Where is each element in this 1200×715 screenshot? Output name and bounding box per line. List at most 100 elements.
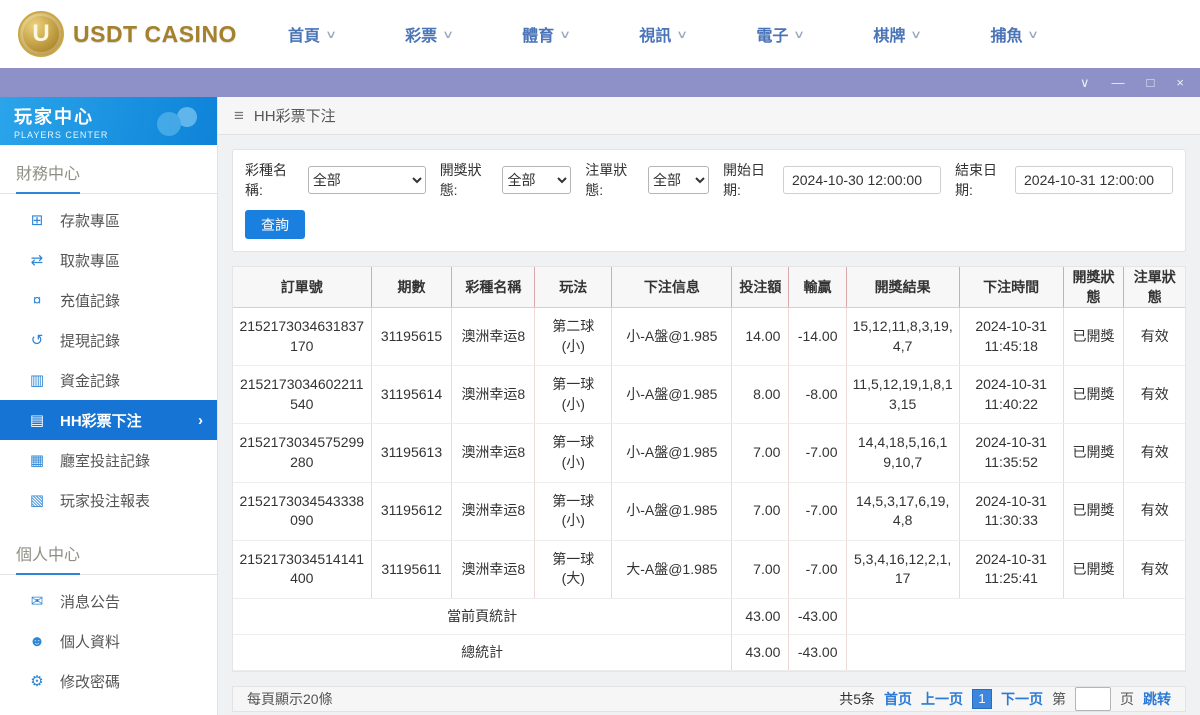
jump-prefix-label: 第 (1052, 690, 1066, 707)
cell-order-status: 有效 (1123, 307, 1185, 367)
window-close-icon[interactable]: × (1176, 76, 1184, 89)
window-title-bar: ∨ — □ × (0, 68, 1200, 97)
nav-item-sports[interactable]: 體育 ∨ (522, 22, 571, 46)
col-header-order-status: 注單狀態 (1123, 267, 1185, 308)
order-status-select[interactable]: 全部 (648, 166, 709, 194)
page-title: HH彩票下注 (253, 108, 336, 125)
sidebar-item-hh-lottery-bet[interactable]: ▤ HH彩票下注 › (0, 400, 217, 440)
col-header-period: 期數 (370, 267, 452, 308)
cell-bet-time: 2024-10-31 11:35:52 (958, 423, 1064, 483)
next-page-link[interactable]: 下一页 (1001, 689, 1043, 709)
nav-label: 首頁 (288, 28, 321, 45)
main-nav: 首頁 ∨ 彩票 ∨ 體育 ∨ 視訊 ∨ 電子 ∨ 棋牌 ∨ 捕魚 ∨ (288, 22, 1040, 46)
lottery-select[interactable]: 全部 (307, 166, 426, 194)
col-header-amount: 投注額 (731, 267, 789, 308)
cell-order-id: 2152173034631837170 (233, 307, 372, 367)
cell-period: 31195615 (370, 307, 452, 367)
window-minimize-icon[interactable]: — (1112, 76, 1125, 89)
cell-bet-time: 2024-10-31 11:40:22 (958, 365, 1064, 425)
nav-item-fishing[interactable]: 捕魚 ∨ (990, 22, 1040, 46)
table-row: 2152173034543338090 31195612 澳洲幸运8 第一球(小… (233, 482, 1185, 541)
filter-panel: 彩種名稱: 全部 開獎狀態: 全部 注單狀態: 全部 開始日期: 2024-10… (232, 149, 1186, 252)
section-title: 個人中心 (0, 526, 217, 575)
sidebar-item-label: 消息公告 (60, 593, 121, 611)
jump-button[interactable]: 跳转 (1143, 689, 1171, 709)
main-content: ≡ HH彩票下注 彩種名稱: 全部 開獎狀態: 全部 注單狀態: 全部 開始日期… (218, 97, 1200, 715)
sidebar-section-personal: 個人中心 ✉ 消息公告 ☻ 個人資料 ⚙ 修改密碼 (0, 526, 217, 707)
nav-item-home[interactable]: 首頁 ∨ (288, 22, 338, 46)
recharge-record-icon: ¤ (32, 291, 42, 309)
sidebar-item-label: 廳室投註記錄 (60, 452, 151, 470)
nav-label: 視訊 (639, 28, 672, 45)
cell-bet-info: 小-A盤@1.985 (611, 482, 732, 541)
cell-result: 11,5,12,19,1,8,13,15 (845, 365, 960, 425)
prev-page-link[interactable]: 上一页 (921, 689, 963, 709)
sidebar-item-announcements[interactable]: ✉ 消息公告 (0, 581, 217, 621)
nav-item-board-games[interactable]: 棋牌 ∨ (873, 22, 923, 46)
funds-record-icon: ▥ (29, 372, 45, 389)
col-header-order-id: 訂單號 (233, 267, 372, 308)
sidebar-item-withdraw[interactable]: ⇄ 取款專區 (0, 240, 217, 280)
cell-order-id: 2152173034543338090 (233, 482, 372, 541)
sidebar-item-withdrawal-record[interactable]: ↺ 提現記錄 (0, 320, 217, 360)
cell-bet-time: 2024-10-31 11:45:18 (958, 307, 1064, 367)
nav-item-live-video[interactable]: 視訊 ∨ (639, 22, 688, 46)
cell-bet-time: 2024-10-31 11:30:33 (958, 482, 1064, 541)
page-summary-label: 當前頁統計 (233, 598, 732, 635)
col-header-play: 玩法 (534, 267, 612, 308)
col-header-result: 開獎結果 (845, 267, 960, 308)
withdraw-icon: ⇄ (30, 252, 44, 269)
sidebar-title: 玩家中心 (14, 106, 94, 127)
cell-draw-status: 已開獎 (1062, 307, 1124, 367)
table-row: 2152173034631837170 31195615 澳洲幸运8 第二球(小… (233, 307, 1185, 367)
end-date-input[interactable] (1015, 166, 1174, 194)
nav-item-slots[interactable]: 電子 ∨ (756, 22, 805, 46)
first-page-link[interactable]: 首页 (884, 689, 912, 709)
gamepad-icon (157, 107, 197, 136)
cell-result: 14,5,3,17,6,19,4,8 (845, 482, 960, 541)
draw-status-select[interactable]: 全部 (502, 166, 572, 194)
page-jump-input[interactable] (1075, 686, 1111, 711)
sidebar-item-change-password[interactable]: ⚙ 修改密碼 (0, 661, 217, 701)
sidebar-section-agent: 代理中心 (0, 707, 217, 715)
cell-result: 14,4,18,5,16,19,10,7 (845, 423, 960, 483)
nav-label: 棋牌 (873, 28, 906, 45)
hamburger-icon[interactable]: ≡ (234, 106, 244, 126)
cell-result: 15,12,11,8,3,19,4,7 (845, 307, 960, 367)
top-header: U USDT CASINO 首頁 ∨ 彩票 ∨ 體育 ∨ 視訊 ∨ 電子 ∨ 棋… (0, 0, 1200, 68)
cell-draw-status: 已開獎 (1062, 540, 1124, 599)
logo[interactable]: U USDT CASINO (18, 11, 250, 57)
sidebar-item-funds-record[interactable]: ▥ 資金記錄 (0, 360, 217, 400)
sidebar-item-player-bet-report[interactable]: ▧ 玩家投注報表 (0, 480, 217, 520)
current-page-indicator[interactable]: 1 (972, 688, 992, 709)
total-summary-row: 總統計 43.00 -43.00 (233, 634, 1185, 671)
chevron-down-icon: ∨ (1027, 28, 1040, 41)
bets-table-panel: 訂單號 期數 彩種名稱 玩法 下注信息 投注額 輸贏 開獎結果 下注時間 開獎狀… (232, 266, 1186, 672)
pagination-bar: 每頁顯示20條 共5条 首页 上一页 1 下一页 第 页 跳转 (232, 685, 1186, 712)
sidebar-item-label: 存款專區 (60, 212, 121, 230)
search-button[interactable]: 查詢 (245, 210, 305, 239)
sidebar-item-recharge-record[interactable]: ¤ 充值記錄 (0, 280, 217, 320)
start-date-input[interactable] (782, 166, 941, 194)
breadcrumb: ≡ HH彩票下注 (218, 97, 1200, 135)
table-header-row: 訂單號 期數 彩種名稱 玩法 下注信息 投注額 輸贏 開獎結果 下注時間 開獎狀… (233, 267, 1185, 308)
withdrawal-record-icon: ↺ (30, 332, 44, 349)
window-maximize-icon[interactable]: □ (1147, 76, 1155, 89)
page-summary-win-loss: -43.00 (788, 598, 847, 635)
chevron-down-icon: ∨ (325, 28, 338, 41)
chevron-down-icon: ∨ (910, 28, 923, 41)
sidebar-item-profile[interactable]: ☻ 個人資料 (0, 621, 217, 661)
sidebar-item-label: 資金記錄 (60, 372, 121, 390)
sidebar-item-deposit[interactable]: ⊞ 存款專區 (0, 200, 217, 240)
cell-bet-time: 2024-10-31 11:25:41 (958, 540, 1064, 599)
announcement-icon: ✉ (30, 593, 44, 610)
nav-item-lottery[interactable]: 彩票 ∨ (405, 22, 455, 46)
chevron-down-icon: ∨ (442, 28, 455, 41)
window-collapse-icon[interactable]: ∨ (1080, 76, 1090, 89)
start-date-label: 開始日期: (722, 162, 765, 198)
cell-win-loss: -7.00 (788, 482, 847, 541)
cell-win-loss: -14.00 (788, 307, 847, 367)
col-header-bet-info: 下注信息 (611, 267, 732, 308)
sidebar-item-room-bet-record[interactable]: ▦ 廳室投註記錄 (0, 440, 217, 480)
draw-status-filter-label: 開獎狀態: (439, 162, 482, 198)
